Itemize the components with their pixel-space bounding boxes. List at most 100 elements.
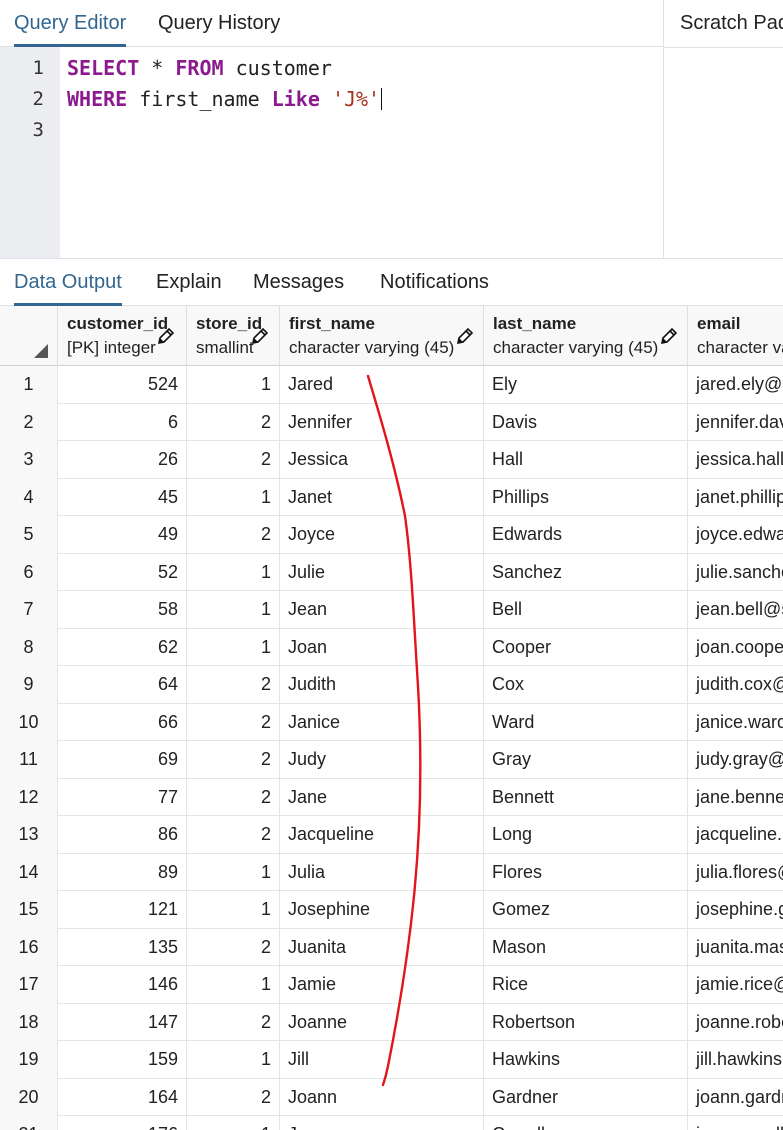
cell-first-name[interactable]: Joyce [280,516,484,554]
cell-first-name[interactable]: Jacqueline [280,816,484,854]
cell-store-id[interactable]: 1 [187,591,280,629]
table-row[interactable]: 151211JosephineGomezjosephine.gomez@saki… [0,891,783,929]
cell-store-id[interactable]: 1 [187,478,280,516]
cell-email[interactable]: joan.cooper@sakilacustomer.org [688,629,783,667]
cell-store-id[interactable]: 1 [187,891,280,929]
cell-store-id[interactable]: 1 [187,853,280,891]
row-number[interactable]: 21 [0,1116,58,1130]
row-number[interactable]: 8 [0,628,58,666]
column-header-last-name[interactable]: last_name character varying (45) [484,306,688,366]
code-line-2[interactable]: WHERE first_name Like 'J%' [67,87,383,111]
table-row[interactable]: 5492JoyceEdwardsjoyce.edwards@sakilacust… [0,516,783,554]
cell-first-name[interactable]: Jane [280,778,484,816]
row-number[interactable]: 3 [0,441,58,479]
table-row[interactable]: 3262JessicaHalljessica.hall@sakilacustom… [0,441,783,479]
cell-first-name[interactable]: June [280,1116,484,1130]
cell-email[interactable]: janet.phillips@sakilacustomer.org [688,479,783,517]
cell-first-name[interactable]: Juanita [280,928,484,966]
table-row[interactable]: 201642JoannGardnerjoann.gardner@sakilacu… [0,1078,783,1117]
cell-last-name[interactable]: Cooper [484,628,688,666]
row-number[interactable]: 18 [0,1003,58,1041]
row-number[interactable]: 10 [0,703,58,741]
row-number[interactable]: 7 [0,591,58,629]
row-number[interactable]: 4 [0,478,58,516]
cell-email[interactable]: jane.bennett@sakilacustomer.org [688,779,783,817]
cell-last-name[interactable]: Sanchez [484,553,688,591]
data-output-grid[interactable]: customer_id [PK] integer store_id smalli… [0,306,783,1130]
table-row[interactable]: 7581JeanBelljean.bell@sakilacustomer.org [0,591,783,629]
row-number[interactable]: 13 [0,816,58,854]
table-row[interactable]: 14891JuliaFloresjulia.flores@sakilacusto… [0,853,783,891]
cell-store-id[interactable]: 1 [187,966,280,1004]
cell-store-id[interactable]: 2 [187,666,280,704]
cell-email[interactable]: jennifer.davis@sakilacustomer.org [688,404,783,442]
table-row[interactable]: 191591JillHawkinsjill.hawkins@sakilacust… [0,1041,783,1079]
cell-last-name[interactable]: Edwards [484,516,688,554]
cell-first-name[interactable]: Joann [280,1078,484,1116]
cell-customer-id[interactable]: 176 [58,1116,187,1130]
cell-store-id[interactable]: 1 [187,628,280,666]
cell-first-name[interactable]: Josephine [280,891,484,929]
cell-last-name[interactable]: Rice [484,966,688,1004]
table-row[interactable]: 10662JaniceWardjanice.ward@sakilacustome… [0,703,783,742]
row-number[interactable]: 14 [0,853,58,891]
column-header-store-id[interactable]: store_id smallint [187,306,280,366]
cell-last-name[interactable]: Ely [484,366,688,404]
row-number[interactable]: 17 [0,966,58,1004]
cell-first-name[interactable]: Janet [280,478,484,516]
cell-store-id[interactable]: 2 [187,403,280,441]
cell-customer-id[interactable]: 58 [58,591,187,629]
row-number[interactable]: 2 [0,403,58,441]
scratch-pad[interactable]: Scratch Pad [663,0,783,258]
cell-email[interactable]: joanne.robertson@sakilacustomer.org [688,1004,783,1042]
row-number[interactable]: 12 [0,778,58,816]
cell-customer-id[interactable]: 66 [58,703,187,741]
row-number[interactable]: 6 [0,553,58,591]
cell-first-name[interactable]: Joan [280,628,484,666]
cell-customer-id[interactable]: 147 [58,1003,187,1041]
cell-customer-id[interactable]: 69 [58,741,187,779]
select-all-corner[interactable] [0,306,58,366]
cell-store-id[interactable]: 2 [187,703,280,741]
cell-customer-id[interactable]: 52 [58,553,187,591]
table-row[interactable]: 211761JuneCarrolljune.carroll@sakilacust… [0,1116,783,1130]
edit-pencil-icon[interactable] [250,326,270,346]
cell-email[interactable]: joann.gardner@sakilacustomer.org [688,1079,783,1117]
cell-email[interactable]: jacqueline.long@sakilacustomer.org [688,816,783,854]
cell-customer-id[interactable]: 121 [58,891,187,929]
cell-email[interactable]: julie.sanchez@sakilacustomer.org [688,554,783,592]
sql-editor[interactable]: 1 2 3 SELECT * FROM customer WHERE first… [0,47,663,258]
table-row[interactable]: 4451JanetPhillipsjanet.phillips@sakilacu… [0,478,783,517]
cell-customer-id[interactable]: 64 [58,666,187,704]
cell-last-name[interactable]: Gray [484,741,688,779]
cell-store-id[interactable]: 1 [187,553,280,591]
cell-email[interactable]: janice.ward@sakilacustomer.org [688,704,783,742]
cell-first-name[interactable]: Jill [280,1041,484,1079]
cell-store-id[interactable]: 2 [187,816,280,854]
cell-store-id[interactable]: 2 [187,1003,280,1041]
cell-email[interactable]: jared.ely@sakilacustomer.org [688,366,783,404]
cell-last-name[interactable]: Gomez [484,891,688,929]
cell-email[interactable]: jill.hawkins@sakilacustomer.org [688,1041,783,1079]
cell-email[interactable]: juanita.mason@sakilacustomer.org [688,929,783,967]
cell-customer-id[interactable]: 89 [58,853,187,891]
cell-customer-id[interactable]: 164 [58,1078,187,1116]
row-number[interactable]: 11 [0,741,58,779]
row-number[interactable]: 9 [0,666,58,704]
tab-notifications[interactable]: Notifications [380,259,489,306]
cell-store-id[interactable]: 1 [187,1116,280,1130]
cell-last-name[interactable]: Bennett [484,778,688,816]
row-number[interactable]: 16 [0,928,58,966]
cell-last-name[interactable]: Robertson [484,1003,688,1041]
column-header-email[interactable]: email character varying [688,306,783,366]
table-row[interactable]: 13862JacquelineLongjacqueline.long@sakil… [0,816,783,854]
tab-data-output[interactable]: Data Output [14,259,122,306]
row-number[interactable]: 1 [0,366,58,404]
cell-customer-id[interactable]: 146 [58,966,187,1004]
table-row[interactable]: 262JenniferDavisjennifer.davis@sakilacus… [0,403,783,442]
table-row[interactable]: 171461JamieRicejamie.rice@sakilacustomer… [0,966,783,1004]
table-row[interactable]: 181472JoanneRobertsonjoanne.robertson@sa… [0,1003,783,1042]
cell-email[interactable]: judith.cox@sakilacustomer.org [688,666,783,704]
cell-first-name[interactable]: Julia [280,853,484,891]
cell-email[interactable]: june.carroll@sakilacustomer.org [688,1116,783,1130]
